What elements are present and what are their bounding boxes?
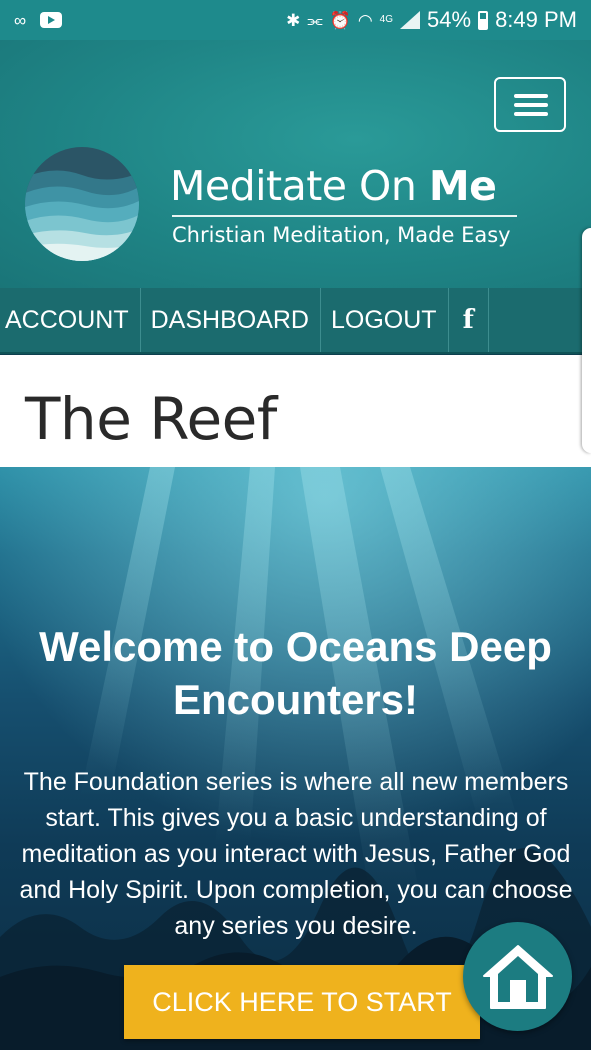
site-header: Meditate On Me Christian Meditation, Mad… <box>0 40 591 288</box>
wifi-icon: ◠ <box>357 10 373 30</box>
brand-title-regular: Meditate On <box>170 162 429 210</box>
nav-item-logout[interactable]: LOGOUT <box>321 288 449 352</box>
voicemail-icon: ∞ <box>14 10 27 30</box>
network-type-label: 4G <box>379 14 394 25</box>
youtube-notification-icon <box>40 12 63 28</box>
side-drawer-handle[interactable] <box>582 228 591 453</box>
nav-item-dashboard[interactable]: DASHBOARD <box>141 288 321 352</box>
hamburger-menu-icon[interactable] <box>494 77 566 132</box>
brand-title-bold: Me <box>428 162 497 210</box>
top-nav: ACCOUNT DASHBOARD LOGOUT f <box>0 288 591 354</box>
status-right: ✱ ⫘ ⏰ ◠ 4G 54% 8:49 PM <box>286 7 577 33</box>
start-button[interactable]: CLICK HERE TO START <box>124 965 480 1039</box>
home-icon <box>482 944 553 1009</box>
nav-item-account[interactable]: ACCOUNT <box>0 288 141 352</box>
brand-divider <box>172 215 517 217</box>
logo-icon[interactable] <box>25 147 139 261</box>
vibrate-icon: ⫘ <box>307 10 323 30</box>
hero-description: The Foundation series is where all new m… <box>19 768 573 940</box>
home-button[interactable] <box>463 922 572 1031</box>
facebook-icon[interactable]: f <box>449 288 489 352</box>
page-title: The Reef <box>25 385 277 453</box>
battery-icon <box>478 10 489 30</box>
alarm-icon: ⏰ <box>329 10 351 30</box>
status-left: ∞ <box>14 10 63 30</box>
brand-title[interactable]: Meditate On Me <box>170 162 497 210</box>
signal-icon <box>400 11 421 29</box>
status-bar: ∞ ✱ ⫘ ⏰ ◠ 4G 54% 8:49 PM <box>0 0 591 40</box>
hero-heading: Welcome to Oceans Deep Encounters! <box>39 623 552 723</box>
page-title-bar: The Reef <box>0 355 591 467</box>
bluetooth-icon: ✱ <box>286 10 301 30</box>
hero-section: Welcome to Oceans Deep Encounters! The F… <box>0 467 591 1050</box>
brand-tagline: Christian Meditation, Made Easy <box>172 223 511 247</box>
battery-percent: 54% <box>427 7 472 32</box>
clock: 8:49 PM <box>495 7 577 32</box>
